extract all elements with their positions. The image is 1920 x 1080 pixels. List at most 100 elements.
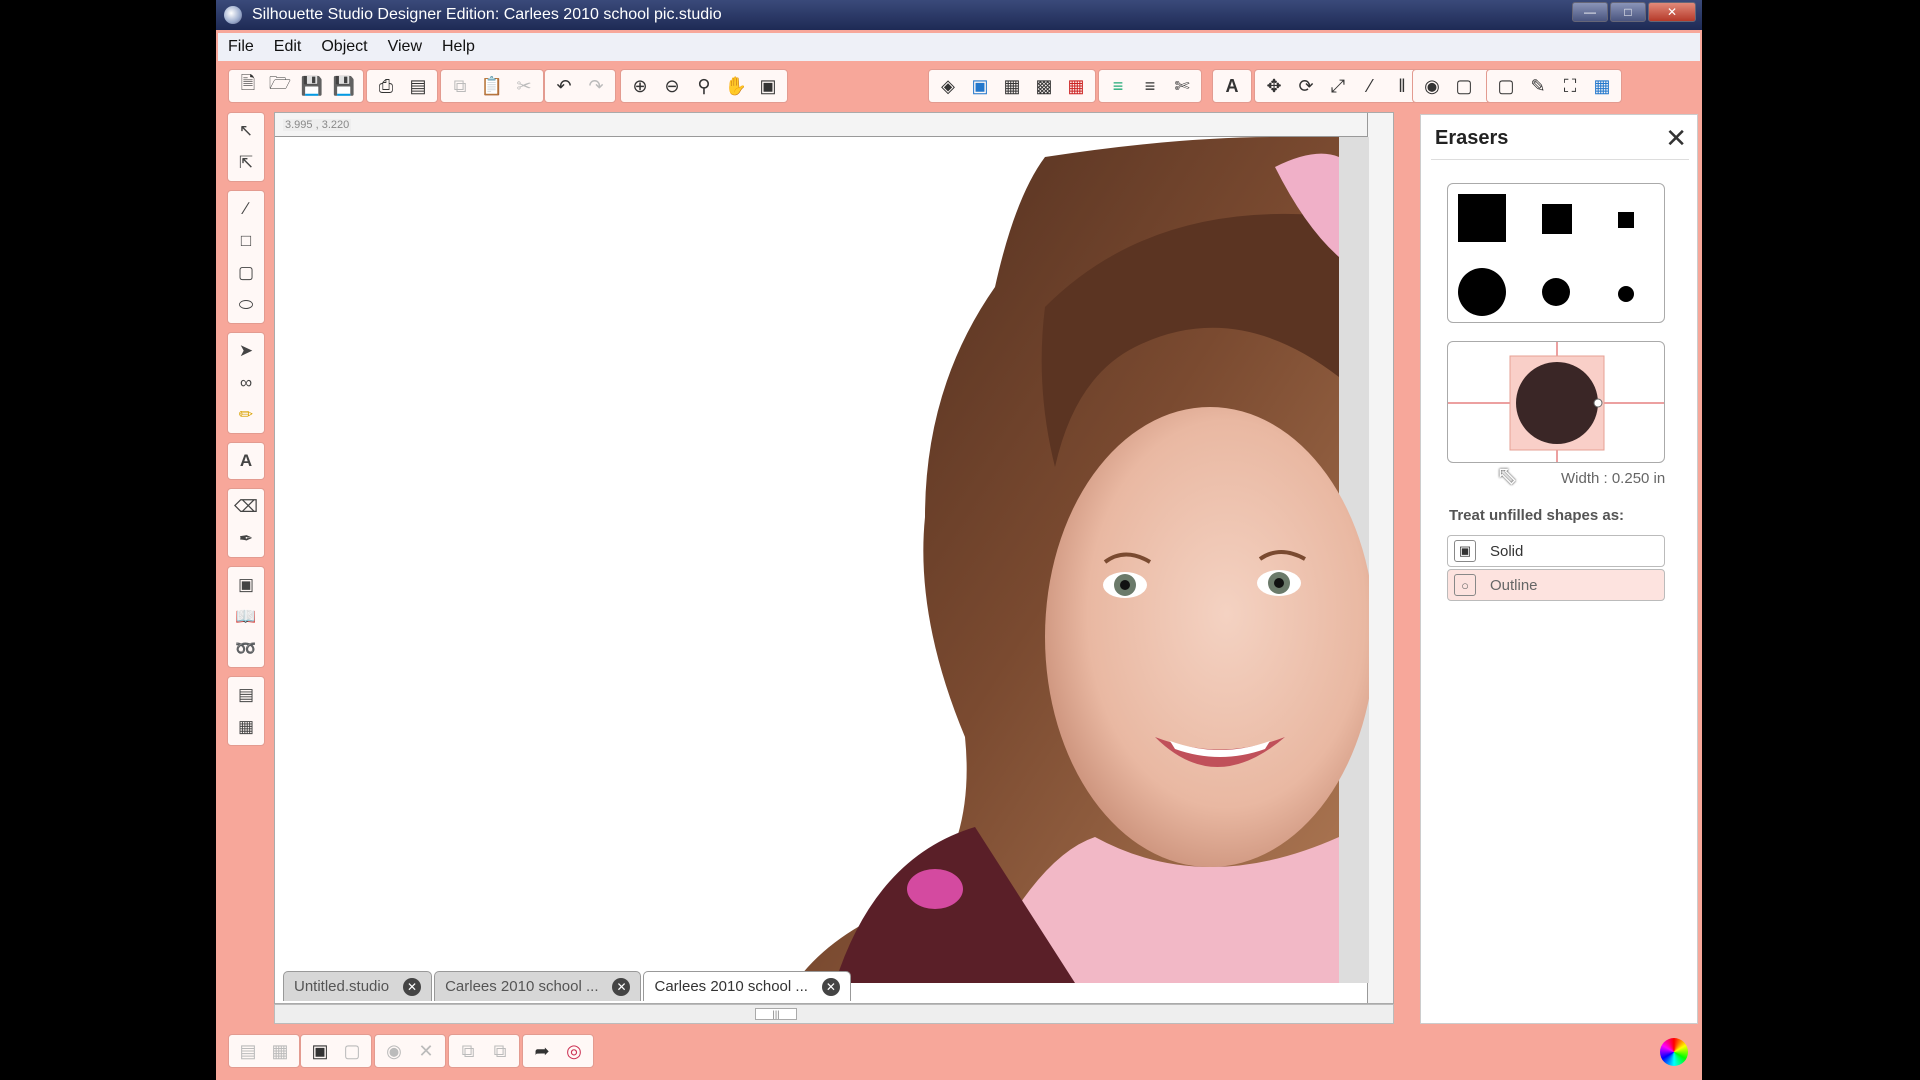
- maximize-button[interactable]: □: [1610, 2, 1646, 22]
- fullscreen-icon[interactable]: ⛶: [1556, 72, 1584, 100]
- close-window-button[interactable]: ✕: [1648, 2, 1696, 22]
- freehand-pencil-icon[interactable]: ✏: [228, 399, 264, 431]
- title-bar[interactable]: Silhouette Studio Designer Edition: Carl…: [216, 0, 1702, 30]
- horizontal-scrollbar[interactable]: |||: [274, 1004, 1394, 1024]
- zoom-selection-icon[interactable]: ⚲: [690, 72, 718, 100]
- weld-icon[interactable]: ◉: [380, 1037, 408, 1065]
- release-compound-icon[interactable]: ▢: [338, 1037, 366, 1065]
- main-toolbar: 🗎 🗁 💾 💾 ⎙ ▤ ⧉ 📋 ✂ ↶ ↷ ⊕ ⊖ ⚲ ✋ ▣ ◈ ▣ ▦ ▩ …: [216, 67, 1702, 107]
- scale-icon[interactable]: ⤢: [1324, 72, 1352, 100]
- weld-toolbar-group: ◉ ✕: [374, 1034, 446, 1068]
- large-round-eraser[interactable]: [1458, 268, 1506, 316]
- tab-carlees-1[interactable]: Carlees 2010 school ... ✕: [434, 971, 642, 1001]
- send-backward-icon[interactable]: ⧉: [486, 1037, 514, 1065]
- medium-square-eraser[interactable]: [1542, 204, 1572, 234]
- redo-icon[interactable]: ↷: [582, 72, 610, 100]
- grid-view-icon[interactable]: ▦: [1588, 72, 1616, 100]
- sketch-pen-icon[interactable]: ✎: [1524, 72, 1552, 100]
- line-style-icon[interactable]: ≡: [1136, 72, 1164, 100]
- menu-object[interactable]: Object: [321, 38, 367, 56]
- rounded-rectangle-icon[interactable]: ▢: [228, 257, 264, 289]
- grid-settings-icon[interactable]: ▦: [998, 72, 1026, 100]
- copy-icon[interactable]: ⧉: [446, 72, 474, 100]
- paste-icon[interactable]: 📋: [478, 72, 506, 100]
- release-icon[interactable]: ➦: [528, 1037, 556, 1065]
- undo-icon[interactable]: ↶: [550, 72, 578, 100]
- text-tool-icon[interactable]: A: [228, 445, 264, 477]
- small-square-eraser[interactable]: [1618, 212, 1634, 228]
- knife-tool-icon[interactable]: ✒: [228, 523, 264, 555]
- close-tab-icon[interactable]: ✕: [821, 977, 840, 996]
- close-tab-icon[interactable]: ✕: [612, 977, 631, 996]
- fit-page-icon[interactable]: ▣: [754, 72, 782, 100]
- design-canvas[interactable]: 3.995 , 3.220 Untitled.studio ✕ Carlees …: [274, 112, 1394, 1004]
- page-settings-icon[interactable]: ▣: [966, 72, 994, 100]
- solid-option[interactable]: ▣ Solid: [1447, 535, 1665, 567]
- zoom-out-icon[interactable]: ⊖: [658, 72, 686, 100]
- large-square-eraser[interactable]: [1458, 194, 1506, 242]
- print-icon[interactable]: ⎙: [372, 72, 400, 100]
- tab-untitled[interactable]: Untitled.studio ✕: [283, 971, 433, 1001]
- close-tab-icon[interactable]: ✕: [403, 977, 422, 996]
- cut-settings-icon[interactable]: ▤: [404, 72, 432, 100]
- zoom-in-icon[interactable]: ⊕: [626, 72, 654, 100]
- polygon-tool-icon[interactable]: ➤: [228, 335, 264, 367]
- trace-icon[interactable]: ▢: [1450, 72, 1478, 100]
- menu-edit[interactable]: Edit: [274, 38, 302, 56]
- book-icon[interactable]: 📖: [228, 601, 264, 633]
- save-library-icon[interactable]: 💾: [330, 72, 358, 100]
- curve-tool-icon[interactable]: ∞: [228, 367, 264, 399]
- panel-divider: [1431, 159, 1689, 160]
- shape-tool-group: ∕ □ ▢ ⬭: [227, 190, 265, 324]
- close-icon[interactable]: ✕: [1665, 123, 1687, 154]
- make-compound-icon[interactable]: ▣: [306, 1037, 334, 1065]
- eraser-tool-icon[interactable]: ⌫: [228, 491, 264, 523]
- cut-style-icon[interactable]: ✄: [1168, 72, 1196, 100]
- scrollbar-thumb[interactable]: |||: [755, 1008, 797, 1020]
- save-icon[interactable]: 💾: [298, 72, 326, 100]
- vertical-scrollbar[interactable]: [1367, 113, 1393, 1003]
- menu-help[interactable]: Help: [442, 38, 475, 56]
- offset-icon[interactable]: ◉: [1418, 72, 1446, 100]
- eraser-width-label: Width : 0.250 in: [1561, 470, 1666, 487]
- minimize-button[interactable]: —: [1572, 2, 1608, 22]
- option-label: Outline: [1490, 576, 1538, 594]
- shear-icon[interactable]: ⁄: [1356, 72, 1384, 100]
- color-wheel-icon[interactable]: [1660, 1038, 1688, 1066]
- design-page-icon[interactable]: ◈: [934, 72, 962, 100]
- new-document-icon[interactable]: 🗎: [234, 72, 262, 100]
- fill-pattern-icon[interactable]: ▩: [1030, 72, 1058, 100]
- bring-forward-icon[interactable]: ⧉: [454, 1037, 482, 1065]
- menu-file[interactable]: File: [228, 38, 254, 56]
- select-arrow-icon[interactable]: ↖: [228, 115, 264, 147]
- clipboard-toolbar-group: ⧉ 📋 ✂: [440, 69, 544, 103]
- registration-icon[interactable]: ▦: [1062, 72, 1090, 100]
- target-icon[interactable]: ◎: [560, 1037, 588, 1065]
- delete-icon[interactable]: ✕: [412, 1037, 440, 1065]
- open-folder-icon[interactable]: 🗁: [266, 72, 294, 100]
- line-tool-icon[interactable]: ∕: [228, 193, 264, 225]
- medium-round-eraser[interactable]: [1542, 278, 1570, 306]
- layer-toolbar-group: ➦ ◎: [522, 1034, 594, 1068]
- page-layout-icon[interactable]: ▤: [228, 679, 264, 711]
- point-edit-icon[interactable]: ⇱: [228, 147, 264, 179]
- group-icon[interactable]: ▤: [234, 1037, 262, 1065]
- outline-option[interactable]: ○ Outline: [1447, 569, 1665, 601]
- text-style-icon[interactable]: A: [1218, 72, 1246, 100]
- ellipse-tool-icon[interactable]: ⬭: [228, 289, 264, 321]
- align-icon[interactable]: ✥: [1260, 72, 1288, 100]
- cut-border-icon[interactable]: ▢: [1492, 72, 1520, 100]
- menu-view[interactable]: View: [388, 38, 422, 56]
- library-icon[interactable]: ▣: [228, 569, 264, 601]
- small-round-eraser[interactable]: [1618, 286, 1634, 302]
- rotate-icon[interactable]: ⟳: [1292, 72, 1320, 100]
- scissors-icon[interactable]: ✂: [510, 72, 538, 100]
- tab-carlees-2[interactable]: Carlees 2010 school ... ✕: [643, 971, 851, 1001]
- lasso-icon[interactable]: ➿: [228, 633, 264, 665]
- split-layout-icon[interactable]: ▦: [228, 711, 264, 743]
- ungroup-icon[interactable]: ▦: [266, 1037, 294, 1065]
- rectangle-tool-icon[interactable]: □: [228, 225, 264, 257]
- menu-bar: File Edit Object View Help: [218, 33, 1700, 61]
- pan-hand-icon[interactable]: ✋: [722, 72, 750, 100]
- line-color-icon[interactable]: ≡: [1104, 72, 1132, 100]
